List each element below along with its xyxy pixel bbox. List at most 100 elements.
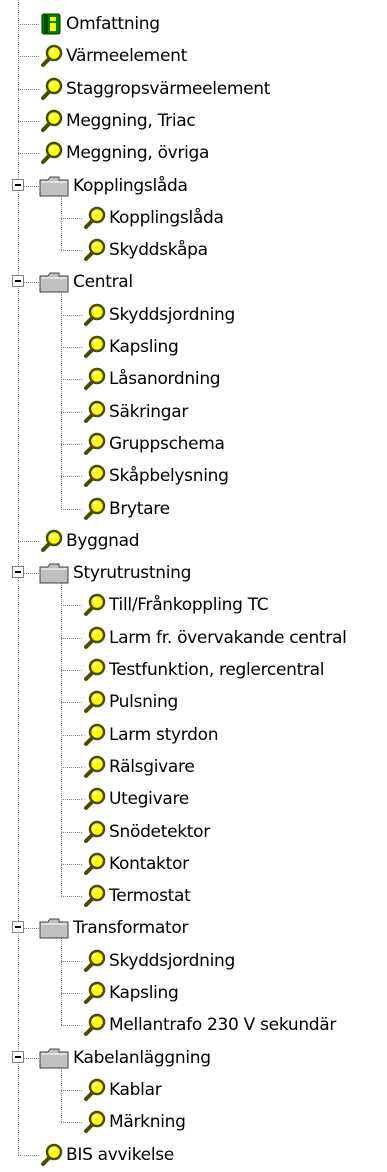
tree-item[interactable]: Meggning, övriga bbox=[0, 137, 387, 169]
tree-item[interactable]: Skyddsjordning bbox=[0, 945, 387, 977]
tree-item-label: Kabelanläggning bbox=[73, 1047, 211, 1068]
magnifier-icon bbox=[82, 335, 106, 359]
magnifier-icon bbox=[82, 755, 106, 779]
tree-item[interactable]: Kapsling bbox=[0, 977, 387, 1009]
magnifier-icon bbox=[82, 432, 106, 456]
tree-item[interactable]: Kopplingslåda bbox=[0, 202, 387, 234]
info-book-icon bbox=[39, 12, 63, 36]
collapse-toggle[interactable] bbox=[12, 1050, 24, 1063]
magnifier-icon bbox=[82, 949, 106, 973]
tree-connector-stub bbox=[61, 734, 82, 736]
tree-connector-stub bbox=[18, 56, 39, 58]
tree-item-label: Till/Frånkoppling TC bbox=[109, 595, 269, 616]
tree-item-label: Larm fr. övervakande central bbox=[109, 627, 347, 648]
tree-item[interactable]: Värmeelement bbox=[0, 40, 387, 72]
magnifier-icon bbox=[82, 238, 106, 262]
magnifier-icon bbox=[82, 852, 106, 876]
tree-item[interactable]: Meggning, Triac bbox=[0, 105, 387, 137]
tree-item-label: Kopplingslåda bbox=[109, 207, 224, 228]
tree-connector-stub bbox=[61, 314, 82, 316]
tree-item[interactable]: Mellantrafo 230 V sekundär bbox=[0, 1009, 387, 1041]
tree-item[interactable]: Termostat bbox=[0, 880, 387, 912]
tree-item[interactable]: Pulsning bbox=[0, 686, 387, 718]
tree-item[interactable]: Skyddskåpa bbox=[0, 234, 387, 266]
tree-folder-node[interactable]: Transformator bbox=[0, 912, 387, 944]
tree-item[interactable]: Byggnad bbox=[0, 525, 387, 557]
magnifier-icon bbox=[82, 593, 106, 617]
tree-item-label: Transformator bbox=[73, 918, 189, 939]
magnifier-icon bbox=[39, 109, 63, 133]
tree-item[interactable]: Omfattning bbox=[0, 8, 387, 40]
tree-folder-node[interactable]: Kopplingslåda bbox=[0, 170, 387, 202]
collapse-toggle[interactable] bbox=[12, 178, 24, 191]
magnifier-icon bbox=[82, 658, 106, 682]
tree-view[interactable]: Omfattning Värmeelement Staggropsvärmeelem… bbox=[0, 0, 387, 1166]
magnifier-icon bbox=[82, 884, 106, 908]
tree-item[interactable]: Till/Frånkoppling TC bbox=[0, 589, 387, 621]
magnifier-icon bbox=[82, 820, 106, 844]
tree-item-label: Omfattning bbox=[66, 14, 160, 34]
tree-connector-stub bbox=[61, 831, 82, 833]
tree-item-label: Staggropsvärmeelement bbox=[66, 78, 271, 99]
tree-item-label: BIS avvikelse bbox=[66, 1144, 174, 1165]
tree-connector-stub bbox=[18, 88, 39, 90]
tree-connector-stub bbox=[61, 863, 82, 865]
tree-item-label: Skåpbelysning bbox=[109, 466, 229, 487]
tree-connector-stub bbox=[61, 799, 82, 801]
tree-item-label: Kapsling bbox=[109, 983, 179, 1003]
tree-item[interactable]: Snödetektor bbox=[0, 816, 387, 848]
tree-item-label: Larm styrdon bbox=[109, 724, 219, 745]
folder-icon bbox=[39, 561, 69, 585]
tree-connector-stub bbox=[61, 766, 82, 768]
tree-item-label: Pulsning bbox=[109, 692, 178, 713]
tree-item[interactable]: Kontaktor bbox=[0, 848, 387, 880]
tree-item[interactable]: Säkringar bbox=[0, 396, 387, 428]
tree-item[interactable]: Kapsling bbox=[0, 331, 387, 363]
tree-connector-stub bbox=[61, 896, 82, 898]
tree-connector-stub bbox=[18, 1154, 39, 1156]
tree-item[interactable]: Låsanordning bbox=[0, 363, 387, 395]
tree-item[interactable]: Testfunktion, reglercentral bbox=[0, 654, 387, 686]
tree-folder-node[interactable]: Styrutrustning bbox=[0, 557, 387, 589]
tree-item[interactable]: Rälsgivare bbox=[0, 751, 387, 783]
tree-item[interactable]: Gruppschema bbox=[0, 428, 387, 460]
magnifier-icon bbox=[82, 690, 106, 714]
tree-item[interactable]: BIS avvikelse bbox=[0, 1139, 387, 1171]
tree-connector-stub bbox=[18, 540, 39, 542]
tree-item-label: Utegivare bbox=[109, 789, 189, 810]
tree-item[interactable]: Larm styrdon bbox=[0, 719, 387, 751]
tree-item[interactable]: Staggropsvärmeelement bbox=[0, 73, 387, 105]
tree-connector-stub bbox=[61, 637, 82, 639]
tree-item[interactable]: Skyddsjordning bbox=[0, 299, 387, 331]
tree-connector-stub bbox=[61, 702, 82, 704]
tree-item[interactable]: Larm fr. övervakande central bbox=[0, 622, 387, 654]
tree-item[interactable]: Brytare bbox=[0, 493, 387, 525]
tree-connector-stub bbox=[18, 120, 39, 122]
tree-connector-stub bbox=[18, 153, 39, 155]
magnifier-icon bbox=[82, 367, 106, 391]
tree-item[interactable]: Kablar bbox=[0, 1074, 387, 1106]
tree-item[interactable]: Utegivare bbox=[0, 783, 387, 815]
collapse-toggle[interactable] bbox=[12, 566, 24, 579]
tree-item-label: Termostat bbox=[109, 886, 191, 907]
collapse-toggle[interactable] bbox=[12, 275, 24, 288]
magnifier-icon bbox=[82, 1110, 106, 1134]
collapse-toggle[interactable] bbox=[12, 921, 24, 934]
tree-item[interactable]: Skåpbelysning bbox=[0, 460, 387, 492]
tree-item-label: Låsanordning bbox=[109, 369, 221, 390]
tree-item-label: Rälsgivare bbox=[109, 756, 195, 777]
tree-item[interactable]: Märkning bbox=[0, 1106, 387, 1138]
tree-connector-stub bbox=[61, 347, 82, 348]
folder-icon bbox=[39, 174, 69, 198]
tree-item-label: Styrutrustning bbox=[73, 563, 192, 584]
magnifier-icon bbox=[82, 206, 106, 230]
tree-item-label: Skyddsjordning bbox=[109, 304, 235, 325]
magnifier-icon bbox=[82, 981, 106, 1005]
tree-connector-stub bbox=[61, 960, 82, 962]
tree-folder-node[interactable]: Central bbox=[0, 266, 387, 298]
tree-item-label: Kapsling bbox=[109, 337, 179, 357]
tree-connector-stub bbox=[61, 411, 82, 413]
tree-connector-stub bbox=[61, 379, 82, 381]
magnifier-icon bbox=[82, 303, 106, 327]
tree-folder-node[interactable]: Kabelanläggning bbox=[0, 1042, 387, 1074]
